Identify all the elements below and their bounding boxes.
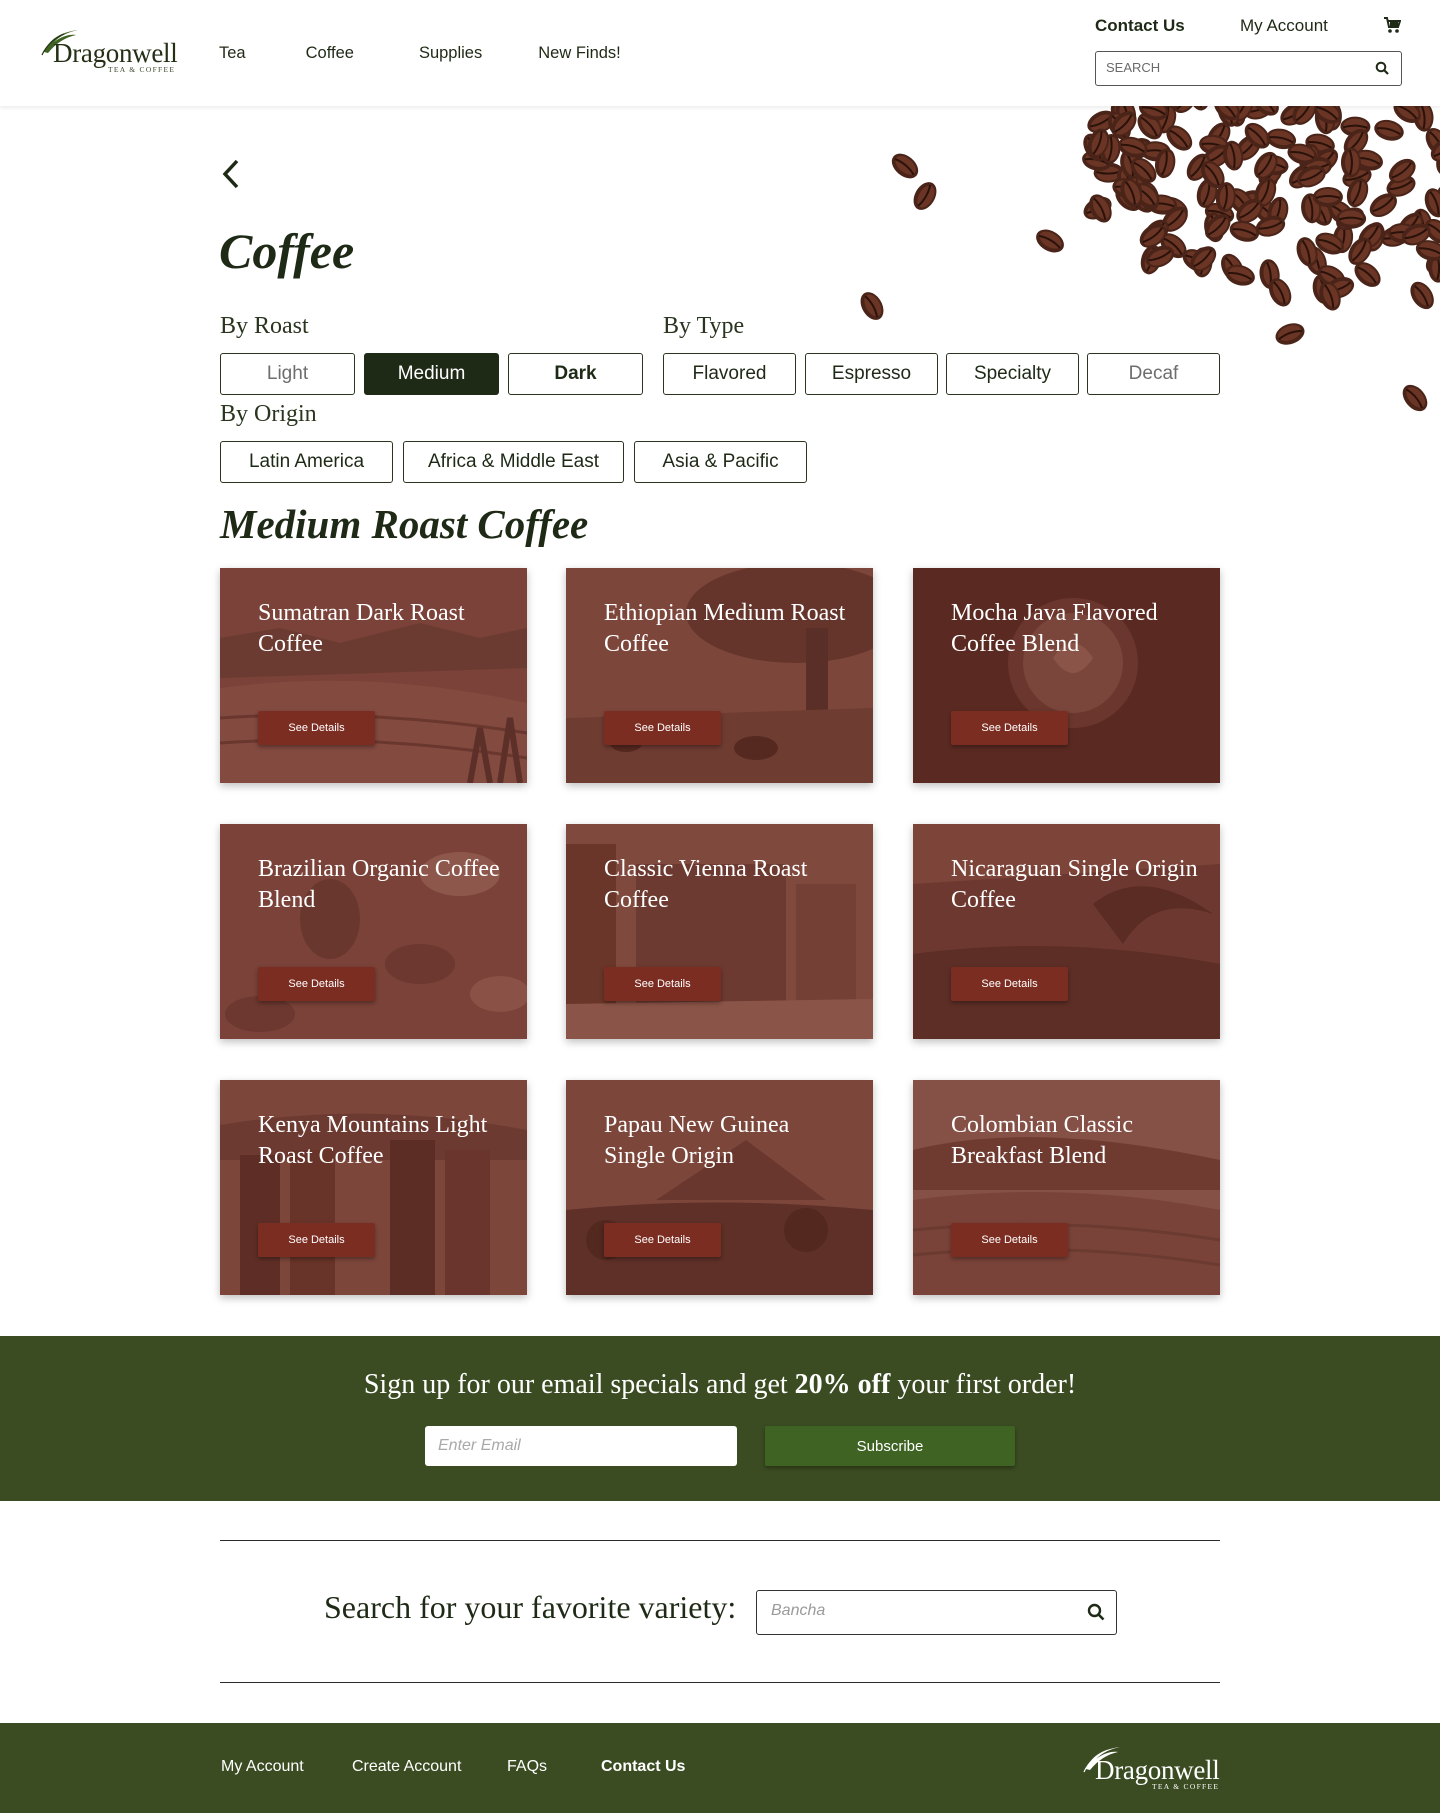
header-search [1095,51,1402,86]
filter-flavored[interactable]: Flavored [663,353,796,395]
footer-faqs[interactable]: FAQs [507,1758,547,1776]
contact-us-link[interactable]: Contact Us [1095,16,1185,36]
filter-specialty[interactable]: Specialty [946,353,1079,395]
card-title: Brazilian Organic Coffee Blend [258,856,500,913]
signup-message: Sign up for our email specials and get 2… [0,1369,1440,1401]
see-details-button[interactable]: See Details [604,967,721,1001]
coffee-bean [1036,229,1064,253]
back-chevron-icon[interactable] [220,158,242,190]
site-logo[interactable]: Dragonwell TEA & COFFEE [40,26,180,76]
nav-coffee[interactable]: Coffee [306,44,354,63]
header-search-input[interactable] [1106,60,1366,75]
origin-filter-label: By Origin [220,401,317,427]
search-icon[interactable] [1375,61,1389,75]
filter-africa-middle-east[interactable]: Africa & Middle East [403,441,624,483]
type-filter-label: By Type [663,313,745,339]
see-details-button[interactable]: See Details [951,711,1068,745]
filter-dark[interactable]: Dark [508,353,643,395]
site-header: Dragonwell TEA & COFFEE Tea Coffee Suppl… [0,0,1440,106]
card-title: Ethiopian Medium Roast Coffee [604,600,846,657]
see-details-button[interactable]: See Details [951,1223,1068,1257]
card-title: Sumatran Dark Roast Coffee [258,600,465,657]
signup-discount: 20% off [794,1369,891,1400]
filter-light[interactable]: Light [220,353,355,395]
card-title: Papau New Guinea Single Origin [604,1112,790,1169]
coffee-bean [1402,384,1428,412]
see-details-button[interactable]: See Details [258,967,375,1001]
subscribe-button[interactable]: Subscribe [765,1426,1015,1466]
coffee-bean [891,153,919,179]
nav-new-finds[interactable]: New Finds! [538,44,621,63]
page-title: Coffee [219,223,355,279]
product-card[interactable]: Brazilian Organic Coffee Blend See Detai… [220,824,527,1039]
my-account-link[interactable]: My Account [1240,16,1328,36]
footer-logo[interactable]: Dragonwell TEA & COFFEE [1082,1743,1222,1793]
card-title: Colombian Classic Breakfast Blend [951,1112,1133,1169]
coffee-bean [1275,323,1305,345]
coffee-bean [1374,119,1404,141]
product-card[interactable]: Sumatran Dark Roast Coffee See Details [220,568,527,783]
card-title: Mocha Java Flavored Coffee Blend [951,600,1158,657]
filter-latin-america[interactable]: Latin America [220,441,393,483]
card-title: Nicaraguan Single Origin Coffee [951,856,1198,913]
variety-search [756,1590,1117,1635]
see-details-button[interactable]: See Details [951,967,1068,1001]
coffee-bean [1229,220,1260,242]
see-details-button[interactable]: See Details [258,1223,375,1257]
site-footer: My Account Create Account FAQs Contact U… [0,1723,1440,1813]
signup-text-after: your first order! [890,1369,1077,1400]
product-card[interactable]: Nicaraguan Single Origin Coffee See Deta… [913,824,1220,1039]
cart-icon[interactable] [1383,16,1401,34]
card-title: Kenya Mountains Light Roast Coffee [258,1112,488,1169]
filter-asia-pacific[interactable]: Asia & Pacific [634,441,807,483]
filter-decaf[interactable]: Decaf [1087,353,1220,395]
footer-logo-subtext: TEA & COFFEE [1152,1782,1220,1791]
footer-my-account[interactable]: My Account [221,1758,304,1776]
email-input[interactable] [425,1426,737,1466]
see-details-button[interactable]: See Details [604,1223,721,1257]
variety-search-label: Search for your favorite variety: [324,1589,737,1625]
card-title: Classic Vienna Roast Coffee [604,856,808,913]
variety-search-input[interactable] [771,1602,1071,1620]
coffee-bean [1312,186,1343,207]
coffee-bean [913,182,937,210]
search-icon[interactable] [1087,1603,1105,1621]
header-utility: Contact Us My Account [1095,16,1402,86]
product-card[interactable]: Classic Vienna Roast Coffee See Details [566,824,873,1039]
roast-filter-label: By Roast [220,313,309,339]
product-card[interactable]: Kenya Mountains Light Roast Coffee See D… [220,1080,527,1295]
coffee-bean [860,292,884,320]
logo-subtext: TEA & COFFEE [108,65,176,74]
product-card[interactable]: Papau New Guinea Single Origin See Detai… [566,1080,873,1295]
divider [220,1682,1220,1683]
coffee-bean [1410,281,1434,310]
filter-medium[interactable]: Medium [364,353,499,395]
nav-supplies[interactable]: Supplies [419,44,482,63]
footer-create-account[interactable]: Create Account [352,1758,461,1776]
results-heading: Medium Roast Coffee [220,501,589,547]
filter-espresso[interactable]: Espresso [805,353,938,395]
divider [220,1540,1220,1541]
email-signup-band: Sign up for our email specials and get 2… [0,1336,1440,1501]
see-details-button[interactable]: See Details [604,711,721,745]
signup-text-before: Sign up for our email specials and get [363,1369,795,1400]
main-nav: Tea Coffee Supplies New Finds! [219,44,621,63]
product-card[interactable]: Mocha Java Flavored Coffee Blend See Det… [913,568,1220,783]
product-card[interactable]: Ethiopian Medium Roast Coffee See Detail… [566,568,873,783]
nav-tea[interactable]: Tea [219,44,246,63]
see-details-button[interactable]: See Details [258,711,375,745]
footer-contact-us[interactable]: Contact Us [601,1758,685,1776]
product-card[interactable]: Colombian Classic Breakfast Blend See De… [913,1080,1220,1295]
